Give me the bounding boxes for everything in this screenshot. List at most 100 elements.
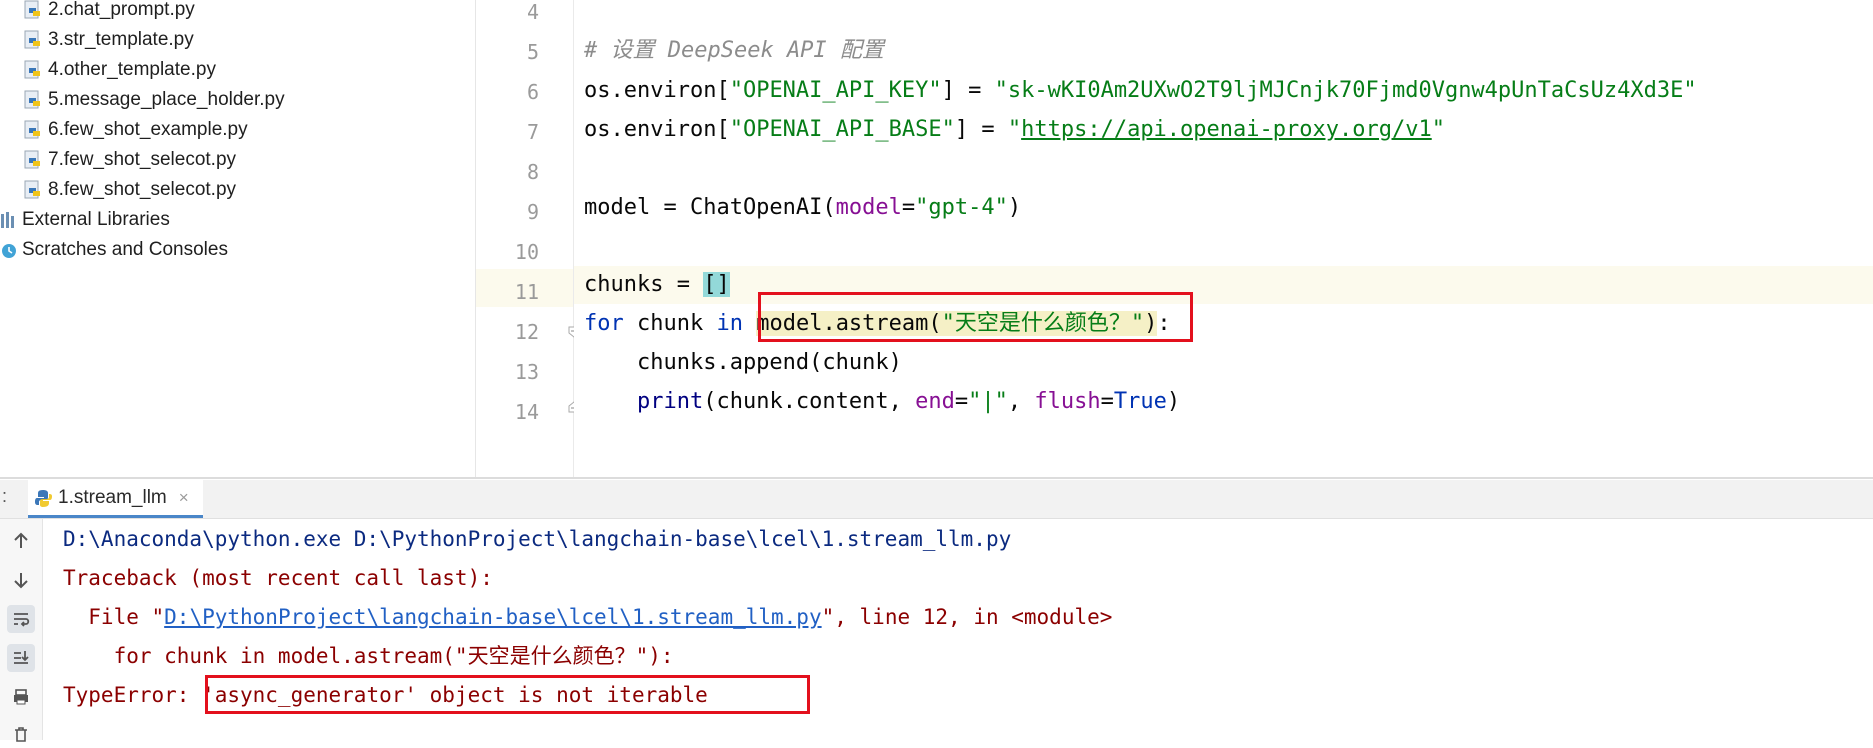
print-icon[interactable] (7, 683, 35, 711)
code-text: chunks = (584, 272, 704, 297)
python-file-icon (24, 150, 42, 170)
annotation-error-box (205, 675, 810, 714)
code-editor[interactable]: # 设置 DeepSeek API 配置 os.environ["OPENAI_… (574, 0, 1873, 477)
tree-file-item[interactable]: 4.other_template.py (24, 55, 216, 85)
string-literal: "|" (968, 389, 1008, 414)
code-text: = (954, 389, 969, 414)
tree-file-item[interactable]: 7.few_shot_selecot.py (24, 145, 236, 175)
code-text: os.environ[ (584, 117, 730, 142)
line-number: 9 (526, 200, 539, 224)
annotation-highlight-box (758, 292, 1193, 342)
string-literal: "OPENAI_API_BASE" (729, 117, 955, 142)
file-name: 2.chat_prompt.py (48, 0, 195, 20)
tab-separator: : (2, 486, 8, 506)
tree-file-item[interactable]: 8.few_shot_selecot.py (24, 175, 236, 205)
file-name: 8.few_shot_selecot.py (48, 179, 237, 200)
traceback-code-echo: for chunk in model.astream("天空是什么颜色？"): (63, 644, 674, 668)
traceback-text: ", line 12, in <module> (821, 605, 1113, 629)
code-text: chunks.append(chunk) (584, 350, 902, 375)
code-text: ) (1166, 389, 1181, 414)
code-line-comment: # 设置 DeepSeek API 配置 (584, 32, 884, 70)
line-number-gutter[interactable]: 4 5 6 7 8 9 10 11 12 13 14 (476, 0, 580, 477)
keyword-arg: model (835, 195, 902, 220)
python-file-icon (24, 90, 42, 110)
code-text: ) (1007, 195, 1022, 220)
tab-run-stream-llm[interactable]: 1.stream_llm × (28, 480, 203, 518)
code-line-api-base: os.environ["OPENAI_API_BASE"] = "https:/… (584, 111, 1445, 149)
line-number: 11 (514, 280, 539, 304)
arrow-up-icon[interactable] (7, 527, 35, 555)
keyword-arg: end (915, 389, 955, 414)
code-text: = (1100, 389, 1114, 414)
close-icon[interactable]: × (179, 488, 189, 508)
code-text: model = ChatOpenAI( (584, 195, 836, 220)
line-number: 10 (514, 240, 539, 264)
python-file-icon (24, 30, 42, 50)
error-type: TypeError: (63, 683, 203, 707)
console-toolbar (0, 519, 43, 742)
line-number: 7 (526, 120, 539, 144)
scroll-to-end-icon[interactable] (7, 644, 35, 672)
code-line-model: model = ChatOpenAI(model="gpt-4") (584, 189, 1021, 227)
file-name: 4.other_template.py (48, 59, 216, 80)
keyword: True (1113, 389, 1167, 414)
string-literal: "gpt-4" (915, 195, 1008, 220)
scratches-icon (0, 240, 18, 260)
string-quote: " (1431, 117, 1445, 142)
tree-label: External Libraries (22, 209, 170, 230)
console-output[interactable]: D:\Anaconda\python.exe D:\PythonProject\… (43, 519, 1873, 740)
url-link[interactable]: https://api.openai-proxy.org/v1 (1021, 117, 1432, 142)
file-link[interactable]: D:\PythonProject\langchain-base\lcel\1.s… (164, 605, 821, 629)
tab-label: 1.stream_llm (58, 486, 167, 508)
traceback-text: File " (63, 605, 165, 629)
bracket-match-highlight: [] (703, 272, 730, 297)
keyword: in (716, 311, 743, 336)
line-number: 6 (526, 80, 539, 104)
string-quote: " (1007, 117, 1022, 142)
line-number: 12 (514, 320, 539, 344)
tree-file-item[interactable]: 3.str_template.py (24, 25, 194, 55)
tree-external-libraries[interactable]: External Libraries (0, 205, 170, 235)
line-number: 4 (526, 0, 539, 24)
code-text: ] = (954, 117, 1008, 142)
traceback-file-line: File "D:\PythonProject\langchain-base\lc… (63, 599, 1112, 635)
soft-wrap-icon[interactable] (7, 605, 35, 633)
tree-label: Scratches and Consoles (22, 239, 228, 260)
line-number: 5 (526, 40, 539, 64)
code-text: ] = (941, 78, 995, 103)
file-name: 5.message_place_holder.py (48, 89, 285, 110)
code-line-chunks: chunks = [] (584, 266, 730, 304)
code-text: (chunk.content, (703, 389, 916, 414)
tree-file-item[interactable]: 2.chat_prompt.py (24, 0, 195, 25)
arrow-down-icon[interactable] (7, 566, 35, 594)
project-tree: 2.chat_prompt.py 3.str_template.py 4.oth… (0, 0, 476, 477)
code-line-append: chunks.append(chunk) (584, 344, 902, 382)
file-name: 7.few_shot_selecot.py (48, 149, 237, 170)
library-icon (0, 210, 18, 230)
python-file-icon (24, 0, 42, 20)
keyword: for (584, 311, 624, 336)
comment: # 设置 DeepSeek API 配置 (584, 38, 884, 63)
traceback-header: Traceback (most recent call last): (63, 566, 493, 590)
code-line-api-key: os.environ["OPENAI_API_KEY"] = "sk-wKI0A… (584, 72, 1697, 110)
python-file-icon (24, 180, 42, 200)
panel-divider[interactable] (0, 477, 1873, 479)
code-text: , (1007, 389, 1035, 414)
code-text: os.environ[ (584, 78, 730, 103)
file-name: 3.str_template.py (48, 29, 194, 50)
keyword-arg: flush (1034, 389, 1101, 414)
code-text: = (901, 195, 916, 220)
tree-scratches[interactable]: Scratches and Consoles (0, 235, 228, 265)
python-icon (34, 488, 52, 508)
file-name: 6.few_shot_example.py (48, 119, 248, 140)
builtin-function: print (636, 389, 704, 414)
string-literal: "sk-wKI0Am2UXwO2T9ljMJCnjk70Fjmd0Vgnw4pU… (994, 78, 1697, 103)
string-literal: "OPENAI_API_KEY" (729, 78, 942, 103)
console-command-line: D:\Anaconda\python.exe D:\PythonProject\… (63, 527, 1012, 551)
tree-file-item[interactable]: 5.message_place_holder.py (24, 85, 285, 115)
python-file-icon (24, 120, 42, 140)
tree-file-item[interactable]: 6.few_shot_example.py (24, 115, 248, 145)
line-number: 14 (514, 400, 539, 424)
trash-icon[interactable] (7, 720, 35, 748)
